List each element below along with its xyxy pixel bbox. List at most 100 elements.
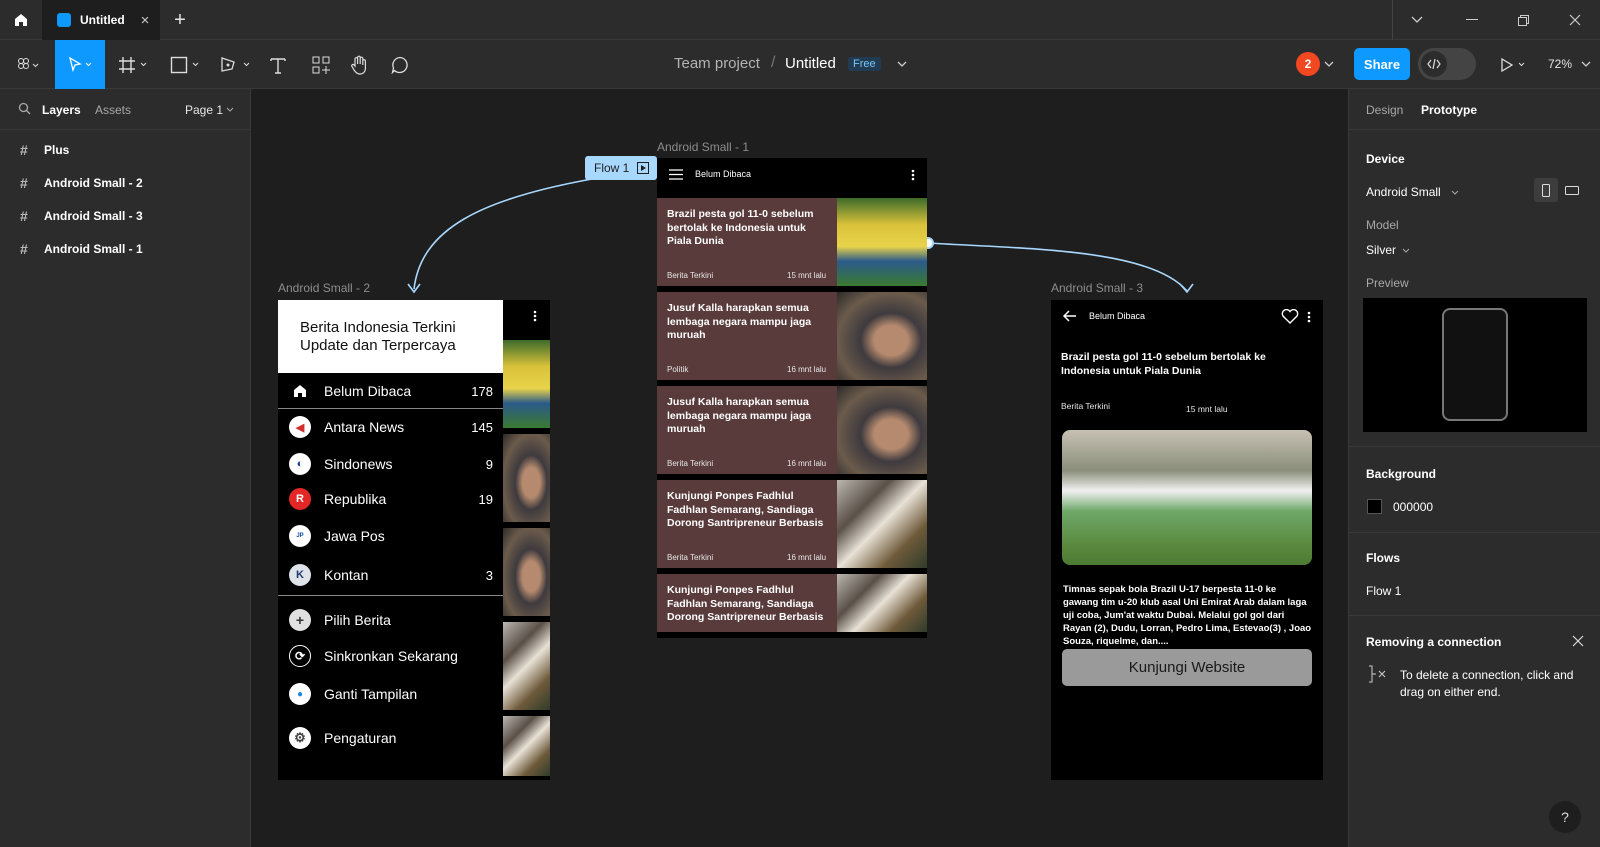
shape-tool-button[interactable] [165,40,205,89]
dev-mode-toggle[interactable] [1418,48,1476,80]
drawer-item-pilih-berita[interactable]: + Pilih Berita [278,602,508,638]
news-card[interactable]: Kunjungi Ponpes Fadhlul Fadhlan Semarang… [657,574,927,632]
drawer-item-ganti-tampilan[interactable]: ● Ganti Tampilan [278,676,508,712]
layer-item[interactable]: # Android Small - 2 [0,166,250,199]
news-card[interactable]: Kunjungi Ponpes Fadhlul Fadhlan Semarang… [657,480,927,568]
file-tab[interactable]: Untitled × [42,0,160,40]
drawer-item-antara[interactable]: ◀ Antara News 145 [278,409,508,445]
page-selector[interactable]: Page 1 [185,103,223,117]
frame-android-small-3[interactable]: Belum Dibaca Brazil pesta gol 11-0 sebel… [1051,300,1323,780]
landscape-button[interactable] [1560,178,1584,202]
header-title: Belum Dibaca [1089,311,1146,321]
sync-icon: ⟳ [289,645,311,667]
layer-item[interactable]: # Android Small - 3 [0,199,250,232]
drawer-item-sinkronkan[interactable]: ⟳ Sinkronkan Sekarang [278,638,508,674]
source-count: 178 [471,383,493,399]
source-label: Antara News [324,419,405,435]
search-icon[interactable] [18,102,31,115]
portrait-button[interactable] [1534,178,1558,202]
more-vertical-icon[interactable] [911,169,915,181]
collaborator-avatar[interactable]: 2 [1296,52,1320,76]
background-hex-input[interactable]: 000000 [1393,500,1433,514]
device-chevron-icon[interactable] [1451,190,1459,195]
connector-1[interactable] [413,178,593,290]
drawer-title: Berita Indonesia Terkini [300,319,456,336]
frame-label[interactable]: Android Small - 3 [1051,281,1143,295]
layer-item[interactable]: # Plus [0,133,250,166]
comment-tool-button[interactable] [384,40,416,89]
new-tab-button[interactable]: + [165,0,195,40]
drawer-item-pengaturan[interactable]: ⚙ Pengaturan [278,720,508,756]
news-title: Brazil pesta gol 11-0 sebelum bertolak k… [667,208,814,247]
resources-button[interactable] [305,40,337,89]
divider [1392,0,1393,40]
device-select[interactable]: Android Small [1366,185,1441,199]
model-select[interactable]: Silver [1366,243,1396,257]
menu-icon[interactable] [669,169,683,180]
news-card[interactable]: Jusuf Kalla harapkan semua lembaga negar… [657,386,927,474]
color-swatch[interactable] [1367,499,1382,514]
back-arrow-icon[interactable] [1063,310,1077,322]
tab-design[interactable]: Design [1366,103,1403,117]
tab-layers[interactable]: Layers [42,103,81,117]
news-thumbnail [837,480,927,568]
news-card[interactable]: Jusuf Kalla harapkan semua lembaga negar… [657,292,927,380]
news-category: Politik [667,365,689,374]
drawer-item-republika[interactable]: R Republika 19 [278,481,508,517]
pen-tool-button[interactable] [215,40,255,89]
close-icon[interactable] [1558,0,1592,40]
frame-android-small-1[interactable]: Belum Dibaca Brazil pesta gol 11-0 sebel… [657,158,927,638]
drawer-item-sindonews[interactable]: ◐ Sindonews 9 [278,446,508,482]
zoom-level[interactable]: 72% [1548,57,1572,71]
flow-list-item[interactable]: Flow 1 [1366,584,1401,598]
frame-label[interactable]: Android Small - 1 [657,140,749,154]
home-button[interactable] [0,0,42,40]
layer-label: Android Small - 3 [44,208,143,223]
main-menu-button[interactable] [8,40,48,89]
frame-label[interactable]: Android Small - 2 [278,281,370,295]
close-tip-icon[interactable] [1572,635,1584,647]
file-name[interactable]: Untitled [785,55,836,72]
move-tool-button[interactable] [55,40,105,89]
text-tool-button[interactable] [262,40,294,89]
news-category: Berita Terkini [667,459,714,468]
more-vertical-icon[interactable] [1307,311,1311,323]
canvas[interactable]: Flow 1 Android Small - 1 Belum Dibaca Br… [251,89,1348,847]
news-card[interactable]: Brazil pesta gol 11-0 sebelum bertolak k… [657,198,927,286]
frame-android-small-2[interactable]: Berita Indonesia Terkini Update dan Terp… [278,300,550,780]
zoom-chevron-icon[interactable] [1580,55,1592,73]
page-chevron-icon[interactable] [226,107,234,112]
restore-icon[interactable] [1506,0,1540,40]
present-button[interactable] [1496,40,1532,89]
chevron-down-icon[interactable] [1400,0,1434,40]
tab-close-icon[interactable]: × [141,12,150,29]
heart-icon[interactable] [1281,309,1299,324]
minimize-icon[interactable] [1455,0,1489,40]
file-menu-chevron-icon[interactable] [893,55,911,73]
flow-starting-point[interactable]: Flow 1 [585,156,657,180]
tab-prototype[interactable]: Prototype [1421,103,1477,117]
drawer-item-kontan[interactable]: K Kontan 3 [278,557,508,593]
tab-assets[interactable]: Assets [95,103,131,117]
flow-play-icon[interactable] [637,162,650,174]
drawer-item-jawapos[interactable]: JP Jawa Pos [278,518,508,554]
layers-panel: Layers Assets Page 1 # Plus # Android Smal… [0,89,251,847]
breadcrumb-team[interactable]: Team project [674,55,760,72]
layer-item[interactable]: # Android Small - 1 [0,232,250,265]
news-thumbnail [503,434,550,522]
news-time: 16 mnt lalu [787,459,827,468]
drawer-item-belum-dibaca[interactable]: Belum Dibaca 178 [278,373,508,409]
avatar-chevron-icon[interactable] [1322,55,1336,73]
visit-website-button[interactable]: Kunjungi Website [1062,649,1312,686]
plan-badge[interactable]: Free [848,57,881,71]
source-label: Jawa Pos [324,528,385,544]
flow-label: Flow 1 [594,161,630,175]
help-button[interactable]: ? [1549,801,1581,833]
news-title: Kunjungi Ponpes Fadhlul Fadhlan Semarang… [667,490,824,529]
frame-tool-button[interactable] [113,40,153,89]
hand-tool-button[interactable] [344,40,376,89]
share-button[interactable]: Share [1354,48,1410,80]
divider [1349,615,1600,616]
model-chevron-icon[interactable] [1402,248,1410,253]
text-icon [270,57,286,74]
